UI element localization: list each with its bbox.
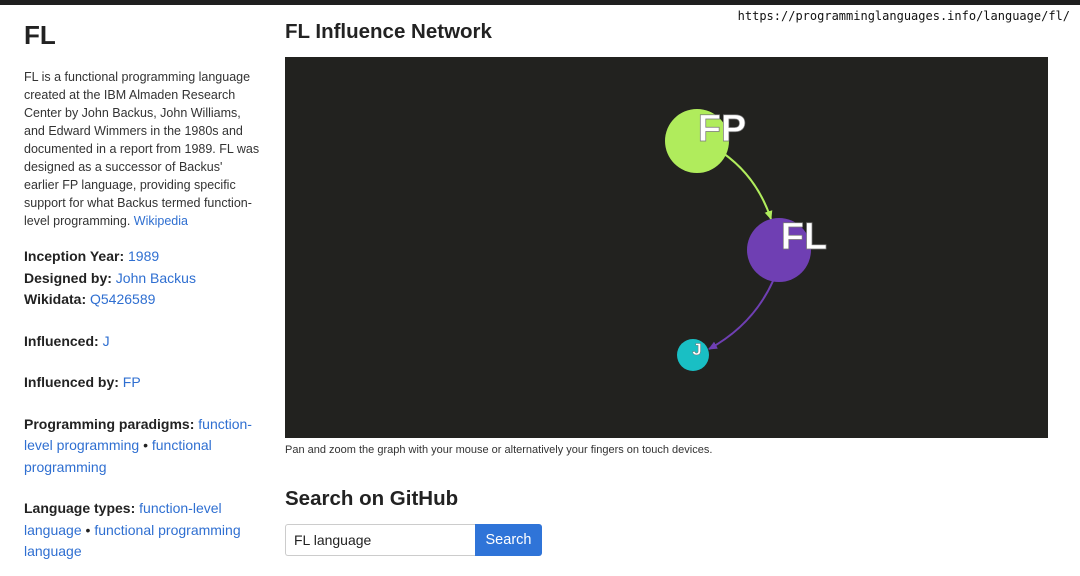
graph-section-title: FL Influence Network xyxy=(285,20,492,43)
node-fl[interactable]: FL xyxy=(747,216,828,282)
search-button[interactable]: Search xyxy=(475,524,542,556)
separator: • xyxy=(143,437,148,453)
node-fp-label: FP xyxy=(698,108,747,150)
influenced-by: Influenced by: FP xyxy=(24,372,260,394)
node-j-label: J xyxy=(692,340,701,359)
graph-canvas[interactable]: FP FL J xyxy=(285,57,1048,438)
edge-fp-to-fl xyxy=(722,152,773,220)
graph-caption: Pan and zoom the graph with your mouse o… xyxy=(285,444,713,456)
node-fp[interactable]: FP xyxy=(665,108,747,173)
edge-fl-to-j xyxy=(708,280,774,350)
top-bar xyxy=(0,0,1080,5)
language-types: Language types: function-level language … xyxy=(24,498,260,563)
github-search-input[interactable] xyxy=(285,524,475,556)
page-title: FL xyxy=(24,20,56,50)
github-search-form: Search xyxy=(285,524,542,556)
influenced-label: Influenced: xyxy=(24,332,99,349)
search-section-title: Search on GitHub xyxy=(285,487,459,510)
programming-paradigms: Programming paradigms: function-level pr… xyxy=(24,414,260,479)
designed-by: Designed by: John Backus xyxy=(24,268,260,290)
sidebar: FL FL is a functional programming langua… xyxy=(24,18,260,576)
separator: • xyxy=(85,521,91,538)
inception-year-link[interactable]: 1989 xyxy=(128,248,159,264)
description-text: FL is a functional programming language … xyxy=(24,70,260,228)
wikidata-link[interactable]: Q5426589 xyxy=(90,291,155,307)
types-label: Language types: xyxy=(24,500,136,516)
language-description: FL is a functional programming language … xyxy=(24,68,260,230)
influence-network-graph[interactable]: FP FL J xyxy=(285,57,1048,438)
designed-label: Designed by: xyxy=(24,269,112,286)
wikipedia-link[interactable]: Wikipedia xyxy=(134,214,188,228)
influenced-by-label: Influenced by: xyxy=(24,374,119,390)
node-fl-label: FL xyxy=(781,216,827,258)
inception-year: Inception Year: 1989 xyxy=(24,246,260,268)
designer-link[interactable]: John Backus xyxy=(116,270,196,286)
paradigms-label: Programming paradigms: xyxy=(24,415,195,432)
main-content: FL Influence Network xyxy=(285,18,1048,46)
influenced: Influenced: J xyxy=(24,331,260,353)
influenced-by-link-fp[interactable]: FP xyxy=(123,374,141,390)
inception-label: Inception Year: xyxy=(24,248,125,264)
wikidata: Wikidata: Q5426589 xyxy=(24,289,260,311)
wikidata-label: Wikidata: xyxy=(24,291,87,307)
facts-block: Inception Year: 1989 Designed by: John B… xyxy=(24,246,260,311)
influenced-link-j[interactable]: J xyxy=(103,333,110,349)
node-j[interactable]: J xyxy=(677,339,709,371)
